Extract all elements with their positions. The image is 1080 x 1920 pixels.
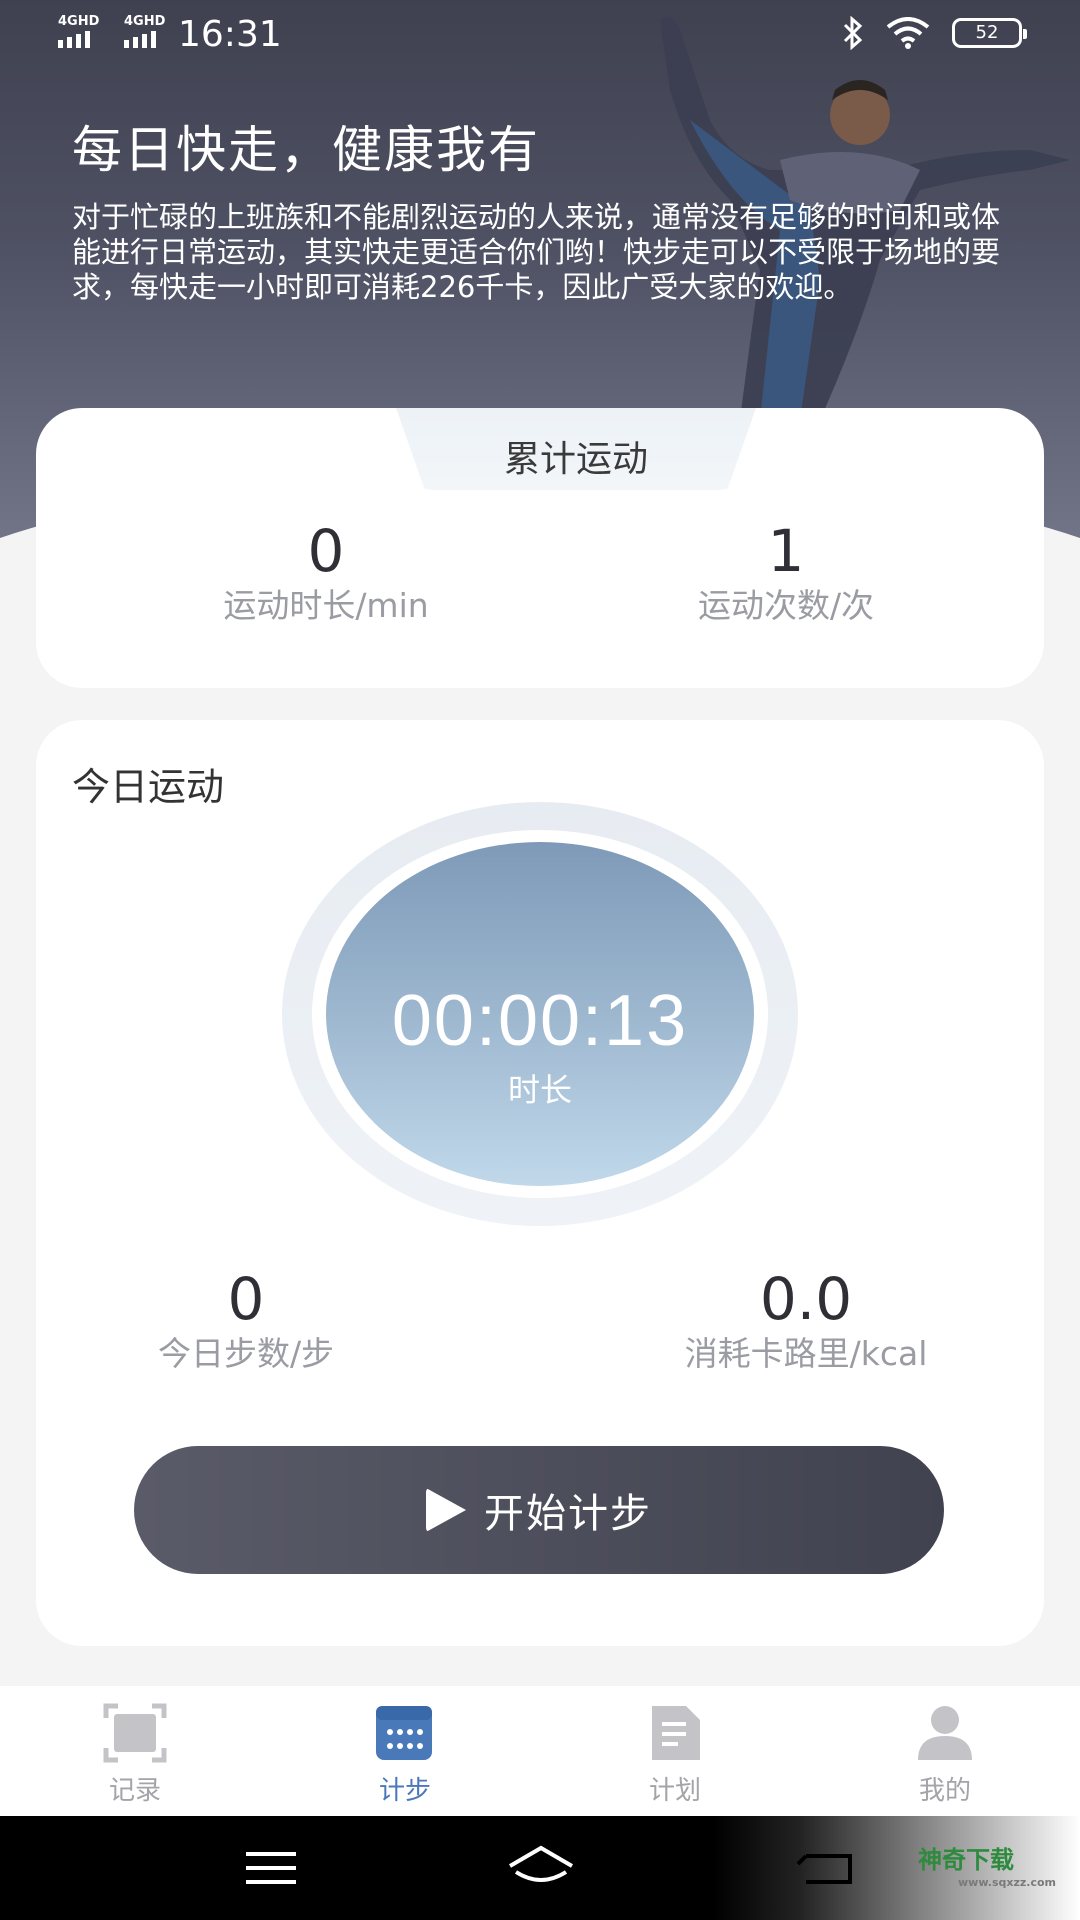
tab-record[interactable]: 记录 (50, 1686, 220, 1816)
cell-signal-icon: 4GHD (58, 14, 110, 48)
calories-label: 消耗卡路里/kcal (684, 1334, 928, 1373)
hero-description: 对于忙碌的上班族和不能剧烈运动的人来说，通常没有足够的时间和或体能进行日常运动，… (72, 200, 1001, 304)
cumulative-title: 累计运动 (503, 439, 648, 480)
bottom-tab-bar: 记录 计步 计划 我的 (0, 1686, 1080, 1816)
tab-mine-label: 我的 (918, 1776, 971, 1806)
tab-plan-label: 计划 (648, 1776, 701, 1806)
calories-value: 0.0 (759, 1265, 853, 1333)
tab-steps[interactable]: 计步 (320, 1686, 490, 1816)
cumulative-card: 累计运动 0 运动时长/min 1 运动次数/次 (36, 408, 1044, 688)
count-stat: 1 运动次数/次 (576, 518, 996, 628)
hero-title: 每日快走，健康我有 (72, 121, 540, 179)
start-step-label: 开始计步 (484, 1491, 652, 1537)
bluetooth-icon (843, 16, 863, 50)
duration-stat: 0 运动时长/min (116, 518, 536, 628)
watermark-logo: 神奇下载 www.sqxzz.com (918, 1846, 1057, 1889)
status-right: 52 (842, 16, 1027, 50)
count-label: 运动次数/次 (697, 586, 875, 625)
calendar-icon (376, 1706, 432, 1760)
battery-icon: 52 (952, 18, 1027, 48)
today-title: 今日运动 (72, 765, 225, 809)
scan-frame-icon (103, 1703, 167, 1763)
status-time: 16:31 (178, 14, 282, 55)
play-icon (426, 1488, 466, 1532)
duration-label: 运动时长/min (223, 586, 429, 625)
duration-value: 0 (307, 517, 345, 585)
count-value: 1 (767, 517, 805, 585)
signal-label: 4GHD (58, 14, 100, 29)
calories-stat: 0.0 消耗卡路里/kcal (596, 1266, 1016, 1376)
wifi-icon (886, 17, 930, 49)
document-icon (652, 1706, 700, 1760)
timer-label: 时长 (507, 1071, 572, 1109)
tab-record-label: 记录 (108, 1776, 161, 1806)
signal-group: 4GHD 4GHD (58, 14, 176, 48)
steps-value: 0 (227, 1265, 265, 1333)
start-step-button[interactable]: 开始计步 (134, 1446, 944, 1574)
tab-plan[interactable]: 计划 (590, 1686, 760, 1816)
system-nav-bar: 神奇下载 www.sqxzz.com (0, 1816, 1080, 1920)
steps-stat: 0 今日步数/步 (96, 1266, 396, 1376)
home-icon[interactable] (506, 1838, 576, 1898)
status-bar: 4GHD 4GHD 16:31 52 (0, 0, 1080, 70)
cell-signal-icon: 4GHD (124, 14, 176, 48)
tab-mine[interactable]: 我的 (860, 1686, 1030, 1816)
menu-icon[interactable] (236, 1838, 306, 1898)
timer-value: 00:00:13 (391, 981, 689, 1061)
signal-label: 4GHD (124, 14, 166, 29)
person-icon (918, 1706, 972, 1760)
back-icon[interactable] (790, 1838, 860, 1898)
tab-steps-label: 计步 (378, 1776, 431, 1806)
steps-label: 今日步数/步 (157, 1334, 335, 1373)
today-card: 今日运动 00:00:13 时长 0 今日步数/步 0.0 消耗卡路里/kcal… (36, 720, 1044, 1646)
